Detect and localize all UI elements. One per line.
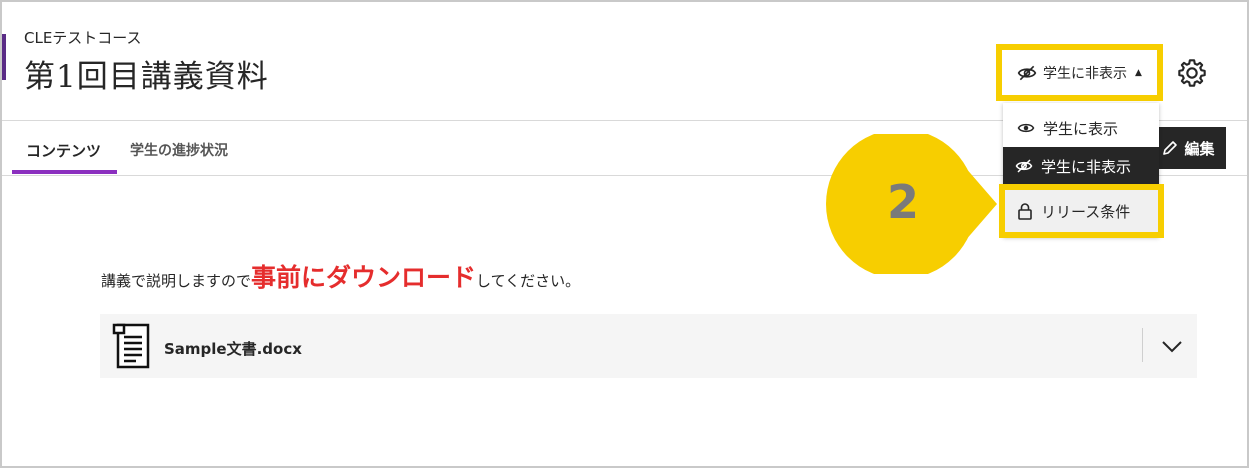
eye-icon: [1017, 123, 1035, 133]
tab-student-progress[interactable]: 学生の進捗状況: [130, 140, 228, 160]
instruction-suffix: してください。: [476, 272, 581, 290]
gear-icon[interactable]: [1176, 57, 1208, 89]
visibility-dropdown-button[interactable]: 学生に非表示 ▲: [996, 44, 1163, 101]
eye-slash-icon: [1017, 65, 1037, 80]
menu-item-show-to-students[interactable]: 学生に表示: [1003, 109, 1159, 147]
instruction-emphasis: 事前にダウンロード: [251, 263, 477, 292]
menu-item-label: 学生に非表示: [1041, 157, 1132, 176]
edit-button-label: 編集: [1184, 139, 1215, 158]
file-item[interactable]: Sample文書.docx: [100, 314, 1197, 378]
edit-button[interactable]: 編集: [1151, 127, 1226, 169]
chevron-down-icon[interactable]: [1158, 332, 1186, 360]
visibility-label: 学生に非表示: [1043, 65, 1128, 82]
title-accent-bar: [2, 34, 6, 80]
caret-up-icon: ▲: [1135, 67, 1142, 78]
step-number: 2: [886, 175, 919, 229]
course-name: CLEテストコース: [24, 29, 142, 47]
file-name[interactable]: Sample文書.docx: [164, 338, 302, 359]
file-row-divider: [1142, 328, 1143, 362]
page-title: 第1回目講義資料: [24, 59, 269, 95]
instruction-text: 講義で説明しますので事前にダウンロードしてください。: [101, 258, 580, 294]
document-icon: [112, 323, 150, 369]
menu-item-hide-from-students[interactable]: 学生に非表示: [1003, 147, 1159, 185]
tab-contents[interactable]: コンテンツ: [26, 140, 101, 161]
menu-item-release-conditions[interactable]: リリース条件: [999, 184, 1164, 238]
lock-icon: [1018, 203, 1032, 220]
menu-item-label: リリース条件: [1041, 202, 1131, 221]
menu-item-label: 学生に表示: [1043, 119, 1119, 138]
eye-slash-icon: [1015, 159, 1033, 173]
active-tab-indicator: [12, 170, 117, 174]
instruction-prefix: 講義で説明しますので: [101, 272, 252, 290]
pencil-icon: [1163, 141, 1178, 155]
